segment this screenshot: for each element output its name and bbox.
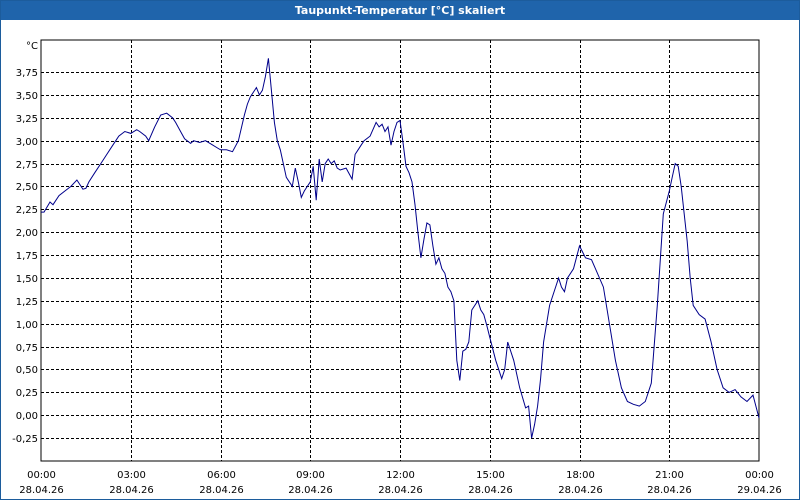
x-tick-label-date: 28.04.26 — [288, 485, 333, 496]
x-tick-label-time: 15:00 — [476, 470, 505, 481]
y-tick-label: 1,00 — [16, 320, 38, 331]
x-tick-label-date: 28.04.26 — [468, 485, 513, 496]
y-tick-label: 0,00 — [16, 411, 38, 422]
x-tick-label-time: 00:00 — [745, 470, 774, 481]
y-tick-label: 2,00 — [16, 228, 38, 239]
y-tick-label: 0,75 — [16, 343, 38, 354]
y-tick-label: 0,25 — [16, 388, 38, 399]
y-tick-label: -0,25 — [12, 434, 38, 445]
dew-point-chart: °C -0,25 0,00 0,25 0,50 0,75 1,00 1,25 1,50 1,75… — [12, 39, 782, 496]
x-tick-label-date: 28.04.26 — [199, 485, 244, 496]
x-tick-label-date: 28.04.26 — [647, 485, 692, 496]
x-tick-label-time: 12:00 — [386, 470, 415, 481]
x-tick-label-time: 21:00 — [655, 470, 684, 481]
x-tick-label-date: 29.04.26 — [737, 485, 782, 496]
x-tick-label-time: 18:00 — [566, 470, 595, 481]
x-tick-label-date: 28.04.26 — [19, 485, 64, 496]
x-tick-label-date: 28.04.26 — [558, 485, 603, 496]
y-tick-label: 1,50 — [16, 274, 38, 285]
x-tick-label-time: 00:00 — [27, 470, 56, 481]
y-tick-label: 2,50 — [16, 182, 38, 193]
x-tick-label-time: 03:00 — [117, 470, 146, 481]
y-axis-unit-label: °C — [26, 41, 38, 52]
y-tick-label: 3,00 — [16, 137, 38, 148]
y-tick-label: 3,50 — [16, 91, 38, 102]
y-tick-label: 1,25 — [16, 297, 38, 308]
chart-window: Taupunkt-Temperatur [°C] skaliert °C -0,… — [0, 0, 800, 500]
y-tick-label: 3,25 — [16, 114, 38, 125]
x-tick-label-time: 09:00 — [296, 470, 325, 481]
y-tick-label: 3,75 — [16, 68, 38, 79]
y-tick-label: 0,50 — [16, 365, 38, 376]
x-tick-label-date: 28.04.26 — [378, 485, 423, 496]
y-tick-label: 2,75 — [16, 160, 38, 171]
y-tick-label: 2,25 — [16, 205, 38, 216]
y-tick-label: 1,75 — [16, 251, 38, 262]
x-tick-label-time: 06:00 — [207, 470, 236, 481]
x-tick-label-date: 28.04.26 — [109, 485, 154, 496]
